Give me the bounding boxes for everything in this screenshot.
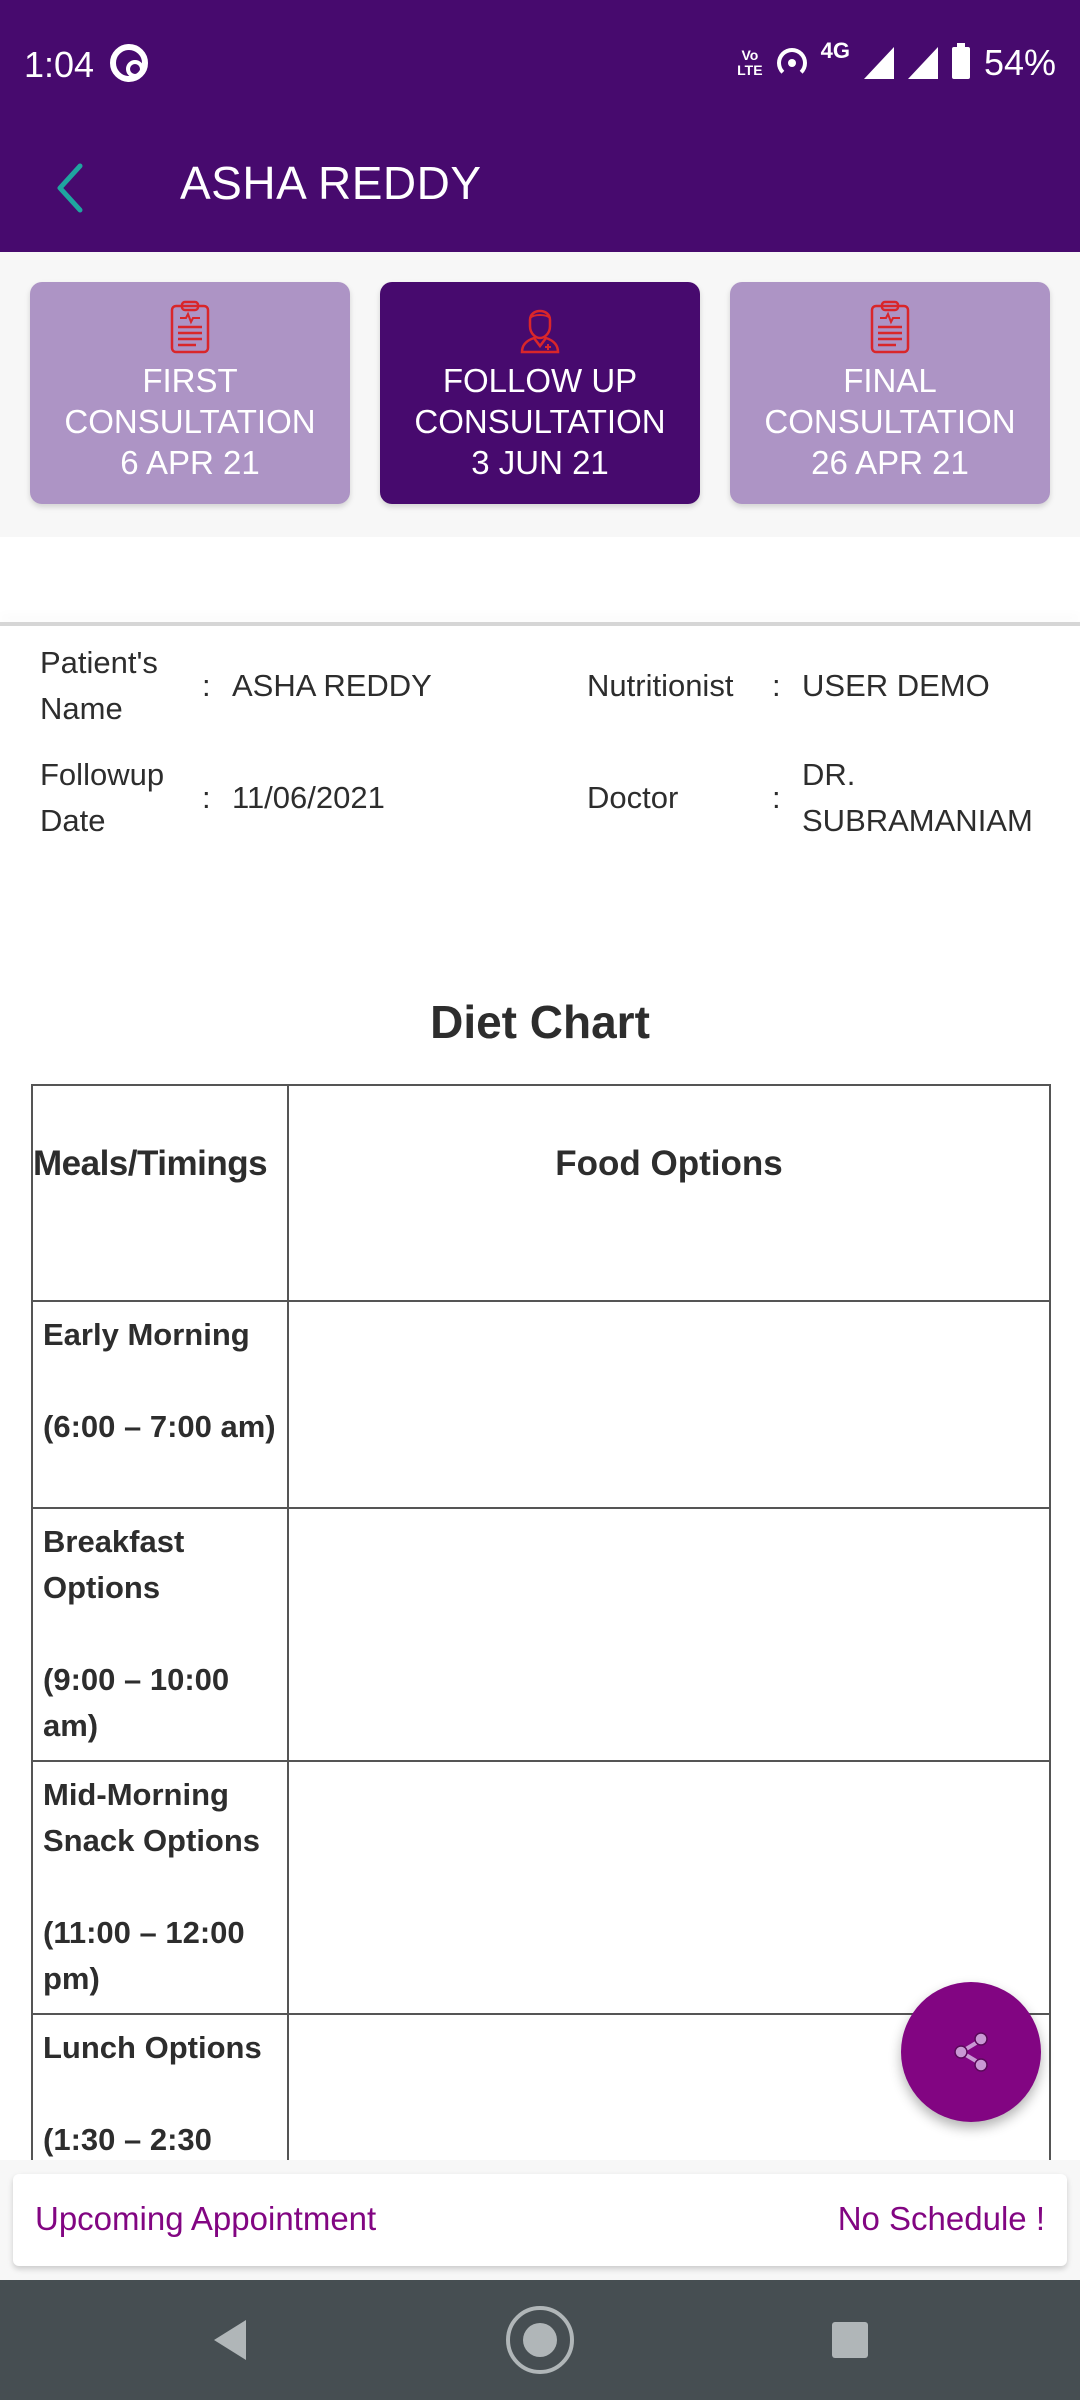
separator: : — [772, 668, 781, 703]
chevron-left-icon — [57, 163, 83, 213]
doctor-icon — [520, 309, 560, 354]
upcoming-appointment-label: Upcoming Appointment — [35, 2200, 377, 2237]
table-row: Mid-Morning Snack Options (11:00 – 12:00… — [31, 1760, 1051, 2015]
page-title: ASHA REDDY — [180, 157, 482, 209]
nav-back-button[interactable] — [170, 2280, 290, 2400]
clipboard-icon — [170, 300, 210, 354]
meal-time: (11:00 – 12:00 pm) — [43, 1915, 245, 1996]
tab-date: 26 APR 21 — [811, 444, 969, 481]
network-type: 4G — [820, 38, 850, 63]
food-cell — [287, 1300, 1051, 1509]
upcoming-appointment-card[interactable]: Upcoming Appointment No Schedule ! — [13, 2174, 1067, 2266]
meal-cell: Early Morning (6:00 – 7:00 am) — [31, 1300, 289, 1509]
nav-home-button[interactable] — [480, 2280, 600, 2400]
tab-line1: FOLLOW UP — [442, 362, 638, 399]
status-time: 1:04 — [24, 44, 95, 85]
tab-line2: CONSULTATION — [764, 403, 1016, 440]
screen: 1:04 Vo LTE 4G 54% ASHA REDDY FIRST CONS… — [0, 0, 1080, 2400]
diet-chart-title: Diet Chart — [430, 996, 650, 1048]
patient-name-value: ASHA REDDY — [232, 668, 432, 703]
meal-time: (9:00 – 10:00 am) — [43, 1662, 230, 1743]
tab-line1: FIRST — [142, 362, 238, 399]
doctor-value: DR. SUBRAMANIAM — [802, 757, 1033, 838]
recents-icon — [832, 2322, 868, 2358]
table-row: Breakfast Options (9:00 – 10:00 am) — [31, 1507, 1051, 1762]
consultation-tabs: FIRST CONSULTATION 6 APR 21 FOLLOW UP CO… — [0, 252, 1080, 537]
column-header-meals: Meals/Timings — [31, 1084, 289, 1302]
food-cell — [287, 1760, 1051, 2015]
followup-date-value: 11/06/2021 — [232, 780, 385, 815]
meal-time: (1:30 – 2:30 — [43, 2122, 212, 2157]
followup-date-label: Followup Date — [40, 757, 165, 838]
tab-date: 6 APR 21 — [120, 444, 260, 481]
back-icon — [214, 2320, 246, 2360]
volte-icon: Vo LTE — [737, 47, 763, 78]
meal-cell: Breakfast Options (9:00 – 10:00 am) — [31, 1507, 289, 1762]
hotspot-icon — [776, 48, 807, 78]
app-bar: ASHA REDDY — [0, 130, 1080, 252]
tab-final-consultation[interactable]: FINAL CONSULTATION 26 APR 21 — [730, 282, 1050, 504]
tab-follow-up-consultation[interactable]: FOLLOW UP CONSULTATION 3 JUN 21 — [380, 282, 700, 504]
separator: : — [772, 780, 781, 815]
food-cell — [287, 1507, 1051, 1762]
patient-name-label: Patient's Name — [40, 645, 158, 726]
upcoming-appointment-value: No Schedule ! — [837, 2200, 1045, 2237]
diet-chart-table: Meals/Timings Food Options Early Morning… — [31, 1084, 1051, 2268]
nav-recents-button[interactable] — [790, 2280, 910, 2400]
home-icon — [506, 2306, 574, 2374]
status-bar: 1:04 Vo LTE 4G 54% — [0, 0, 1080, 130]
meal-time: (6:00 – 7:00 am) — [43, 1409, 276, 1444]
separator: : — [202, 668, 211, 703]
share-icon — [954, 2032, 988, 2072]
meal-name: Mid-Morning Snack Options — [43, 1777, 261, 1858]
status-icons: Vo LTE 4G 54% — [737, 38, 1056, 84]
signal-icon — [907, 47, 938, 79]
nutritionist-label: Nutritionist — [587, 668, 734, 703]
clipboard-icon — [870, 300, 910, 354]
system-nav-bar — [0, 2280, 1080, 2400]
data-saver-icon — [110, 44, 148, 82]
meal-name: Lunch Options — [43, 2030, 262, 2065]
signal-icon — [863, 47, 894, 79]
column-header-food: Food Options — [287, 1084, 1051, 1302]
tab-line2: CONSULTATION — [64, 403, 316, 440]
divider — [0, 622, 1080, 626]
separator: : — [202, 780, 211, 815]
tab-date: 3 JUN 21 — [471, 444, 609, 481]
share-button[interactable] — [901, 1982, 1041, 2122]
tab-line1: FINAL — [843, 362, 937, 399]
battery-percent: 54% — [983, 42, 1056, 83]
back-button[interactable] — [50, 158, 90, 218]
meal-name: Early Morning — [43, 1317, 250, 1352]
tab-line2: CONSULTATION — [414, 403, 666, 440]
tab-first-consultation[interactable]: FIRST CONSULTATION 6 APR 21 — [30, 282, 350, 504]
meal-name: Breakfast Options — [43, 1524, 185, 1605]
nutritionist-value: USER DEMO — [802, 668, 990, 703]
meal-cell: Mid-Morning Snack Options (11:00 – 12:00… — [31, 1760, 289, 2015]
doctor-label: Doctor — [587, 780, 679, 815]
table-row: Early Morning (6:00 – 7:00 am) — [31, 1300, 1051, 1509]
battery-charging-icon — [951, 43, 970, 79]
table-header-row: Meals/Timings Food Options — [31, 1084, 1051, 1302]
